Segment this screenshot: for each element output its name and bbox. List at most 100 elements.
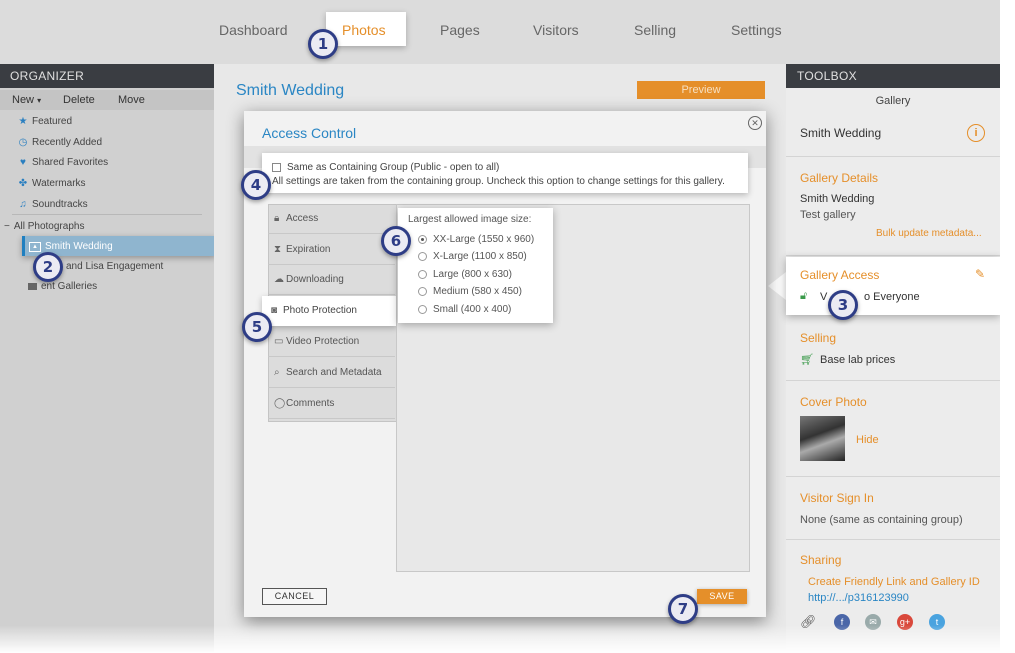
info-icon[interactable]: i [967,124,985,142]
inherit-description: All settings are taken from the containi… [272,176,725,187]
callout-7: 7 [668,594,698,624]
bulk-update-metadata-link[interactable]: Bulk update metadata... [876,228,982,239]
toolbox-gallery-name: Smith Wedding [800,126,882,140]
gallery-access-section[interactable] [786,257,1000,315]
size-option-large[interactable]: Large (800 x 630) [418,269,512,280]
nav-visitors[interactable]: Visitors [533,22,579,38]
cover-photo-thumbnail[interactable] [800,416,845,461]
tab-video-protection[interactable]: ▭ Video Protection [268,327,395,357]
gallery-details-name: Smith Wedding [800,193,875,205]
radio-medium[interactable] [418,287,427,296]
organizer-item-soundtracks[interactable]: ♫ Soundtracks [18,198,87,210]
top-nav [0,0,1000,64]
new-button[interactable]: New ▾ [12,94,41,106]
visitor-signin-value: None (same as containing group) [800,514,963,526]
gallery-access-value-b: o Everyone [864,291,920,303]
size-option-medium[interactable]: Medium (580 x 450) [418,286,522,297]
gallery-details-title: Gallery Details [800,171,879,185]
size-option-xl[interactable]: X-Large (1100 x 850) [418,251,527,262]
radio-large[interactable] [418,270,427,279]
sharing-url-link[interactable]: http://.../p316123990 [808,592,909,604]
callout-6: 6 [381,226,411,256]
search-icon: ⌕ [274,367,280,378]
tab-search-metadata[interactable]: ⌕ Search and Metadata [268,358,395,388]
tab-expiration[interactable]: ⧗ Expiration [268,235,395,265]
gallery-item-engagement[interactable]: and Lisa Engagement [66,261,163,272]
inherit-checkbox-row[interactable]: Same as Containing Group (Public - open … [272,162,499,173]
nav-selling[interactable]: Selling [634,22,676,38]
dialog-title: Access Control [262,125,357,141]
lock-icon: 🔒︎ [274,213,280,224]
inherit-settings-box [262,153,748,193]
nav-settings[interactable]: Settings [731,22,782,38]
hourglass-icon: ⧗ [274,244,282,255]
selling-value: Base lab prices [820,354,896,366]
cart-icon: 🛒︎ [800,354,814,366]
move-button[interactable]: Move [118,94,145,106]
nav-dashboard[interactable]: Dashboard [219,22,288,38]
tab-comments[interactable]: ◯Comments [268,389,395,419]
tab-photo-protection[interactable]: ◙ Photo Protection [265,296,392,326]
visitor-signin-title: Visitor Sign In [800,491,874,505]
gallery-title: Smith Wedding [236,82,345,99]
nav-photos[interactable]: Photos [342,22,386,38]
pencil-icon[interactable]: ✎ [975,267,985,281]
tab-access[interactable]: 🔒︎ Access [268,204,395,234]
bottom-fade [0,625,1015,653]
tab-downloading[interactable]: ☁ Downloading [268,265,395,295]
organizer-item-all-photographs[interactable]: − All Photographs [4,221,84,232]
radio-xxl[interactable] [418,235,427,244]
radio-small[interactable] [418,305,427,314]
organizer-item-favorites[interactable]: ♥ Shared Favorites [18,157,108,168]
organizer-divider [12,214,202,215]
unlock-icon: 🔓︎ [800,290,808,302]
access-pointer-arrow [768,272,786,300]
organizer-panel [0,64,214,653]
gallery-icon: ▲ [29,241,41,252]
comment-icon: ◯ [274,398,286,409]
close-icon[interactable]: ✕ [748,116,762,130]
save-button[interactable]: SAVE [697,589,747,604]
gallery-item-smith-wedding[interactable]: ▲ Smith Wedding [29,241,113,252]
clock-icon: ◷ [18,136,28,148]
toolbox-subtitle: Gallery [875,95,911,107]
callout-2: 2 [33,252,63,282]
toolbox-header: TOOLBOX [786,64,1000,88]
collapse-icon: − [4,221,10,232]
camera-icon: ◙ [271,305,278,316]
gallery-access-title: Gallery Access [800,268,880,282]
selling-section [786,316,1000,381]
image-size-heading: Largest allowed image size: [408,214,532,225]
organizer-item-watermarks[interactable]: ✤ Watermarks [18,178,86,189]
star-icon: ★ [18,115,28,127]
paw-icon: ✤ [18,177,28,189]
video-icon: ▭ [274,336,284,347]
create-friendly-link[interactable]: Create Friendly Link and Gallery ID [808,576,980,588]
selling-title: Selling [800,331,837,345]
callout-5: 5 [242,312,272,342]
right-margin [1000,0,1015,653]
delete-button[interactable]: Delete [63,94,95,106]
size-option-xxl[interactable]: XX-Large (1550 x 960) [418,234,534,245]
gallery-details-description: Test gallery [800,209,856,221]
cover-photo-hide-link[interactable]: Hide [856,434,879,446]
organizer-header: ORGANIZER [0,64,214,88]
callout-1: 1 [308,29,338,59]
organizer-item-recent[interactable]: ◷ Recently Added [18,137,102,148]
size-option-small[interactable]: Small (400 x 400) [418,304,511,315]
radio-xl[interactable] [418,252,427,261]
callout-3: 3 [828,290,858,320]
cover-photo-title: Cover Photo [800,395,867,409]
music-icon: ♫ [19,198,27,210]
heart-icon: ♥ [20,156,26,168]
folder-icon [28,283,37,290]
inherit-checkbox[interactable] [272,163,281,172]
visitor-signin-section [786,477,1000,540]
sharing-title: Sharing [800,553,842,567]
organizer-item-featured[interactable]: ★ Featured [18,115,73,127]
callout-4: 4 [241,170,271,200]
nav-pages[interactable]: Pages [440,22,480,38]
preview-button[interactable]: Preview [637,81,765,99]
gallery-item-client-galleries[interactable]: ent Galleries [28,281,97,292]
cancel-button[interactable]: CANCEL [262,588,327,605]
